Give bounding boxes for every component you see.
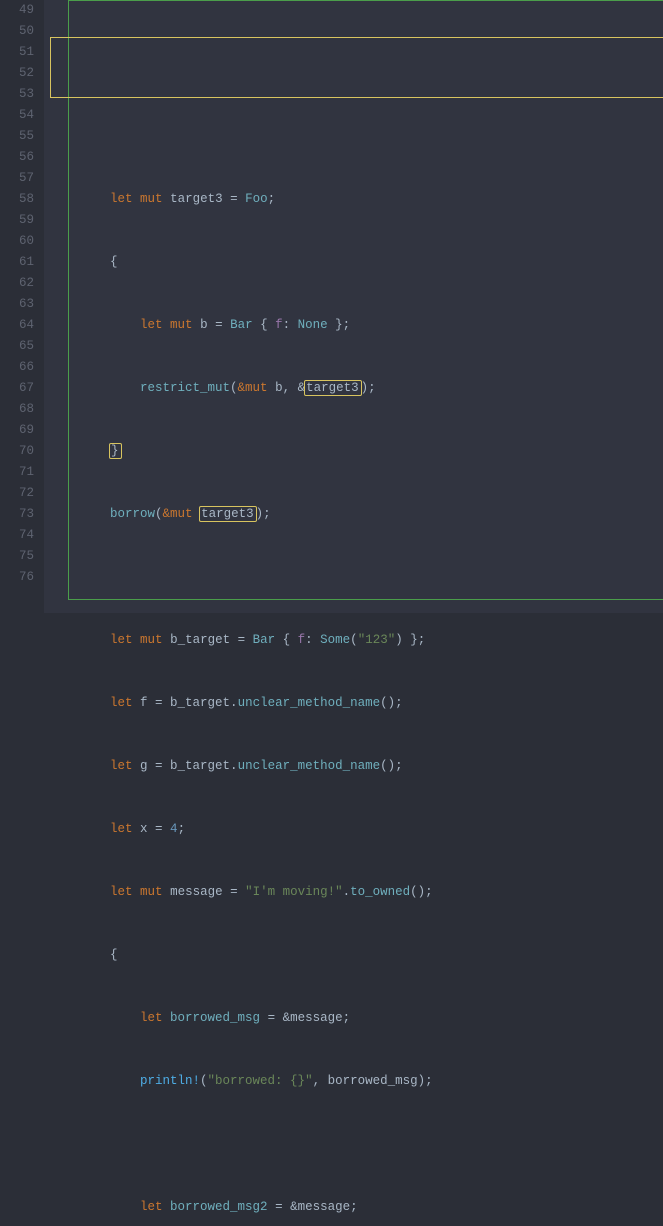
line-number: 49 [0,0,34,21]
line-number: 70 [0,441,34,462]
code-line: let mut target3 = Foo; [50,189,663,210]
line-number: 74 [0,525,34,546]
line-number-gutter: 49 50 51 52 53 54 55 56 57 58 59 60 61 6… [0,0,44,613]
lifetime-region-inner [50,37,663,98]
line-number: 76 [0,567,34,588]
line-number: 65 [0,336,34,357]
line-number: 63 [0,294,34,315]
code-line: let x = 4; [50,819,663,840]
line-number: 75 [0,546,34,567]
code-line [50,567,663,588]
line-number: 71 [0,462,34,483]
code-line: restrict_mut(&mut b, &target3); [50,378,663,399]
line-number: 72 [0,483,34,504]
line-number: 73 [0,504,34,525]
line-number: 69 [0,420,34,441]
line-number: 64 [0,315,34,336]
code-line: let g = b_target.unclear_method_name(); [50,756,663,777]
line-number [0,588,34,609]
line-number: 59 [0,210,34,231]
highlighted-identifier: target3 [304,380,362,396]
line-number: 62 [0,273,34,294]
code-line: { [50,252,663,273]
highlighted-brace: } [109,443,122,459]
line-number: 53 [0,84,34,105]
line-number: 52 [0,63,34,84]
code-editor[interactable]: 49 50 51 52 53 54 55 56 57 58 59 60 61 6… [0,0,663,613]
code-line: let borrowed_msg = &message; [50,1008,663,1029]
code-line: let borrowed_msg2 = &message; [50,1197,663,1218]
code-line: let mut b_target = Bar { f: Some("123") … [50,630,663,651]
highlighted-identifier: target3 [199,506,257,522]
line-number: 68 [0,399,34,420]
code-line: let mut b = Bar { f: None }; [50,315,663,336]
line-number: 57 [0,168,34,189]
code-area[interactable]: let mut target3 = Foo; { let mut b = Bar… [44,0,663,613]
code-line: } [50,441,663,462]
line-number: 54 [0,105,34,126]
line-number: 50 [0,21,34,42]
line-number: 60 [0,231,34,252]
line-number: 55 [0,126,34,147]
line-number: 67 [0,378,34,399]
code-line: borrow(&mut target3); [50,504,663,525]
code-line [50,1134,663,1155]
code-line: let mut message = "I'm moving!".to_owned… [50,882,663,903]
line-number: 66 [0,357,34,378]
line-number: 51 [0,42,34,63]
line-number: 58 [0,189,34,210]
line-number: 56 [0,147,34,168]
code-line: let f = b_target.unclear_method_name(); [50,693,663,714]
code-line: println!("borrowed: {}", borrowed_msg); [50,1071,663,1092]
line-number: 61 [0,252,34,273]
code-line: { [50,945,663,966]
